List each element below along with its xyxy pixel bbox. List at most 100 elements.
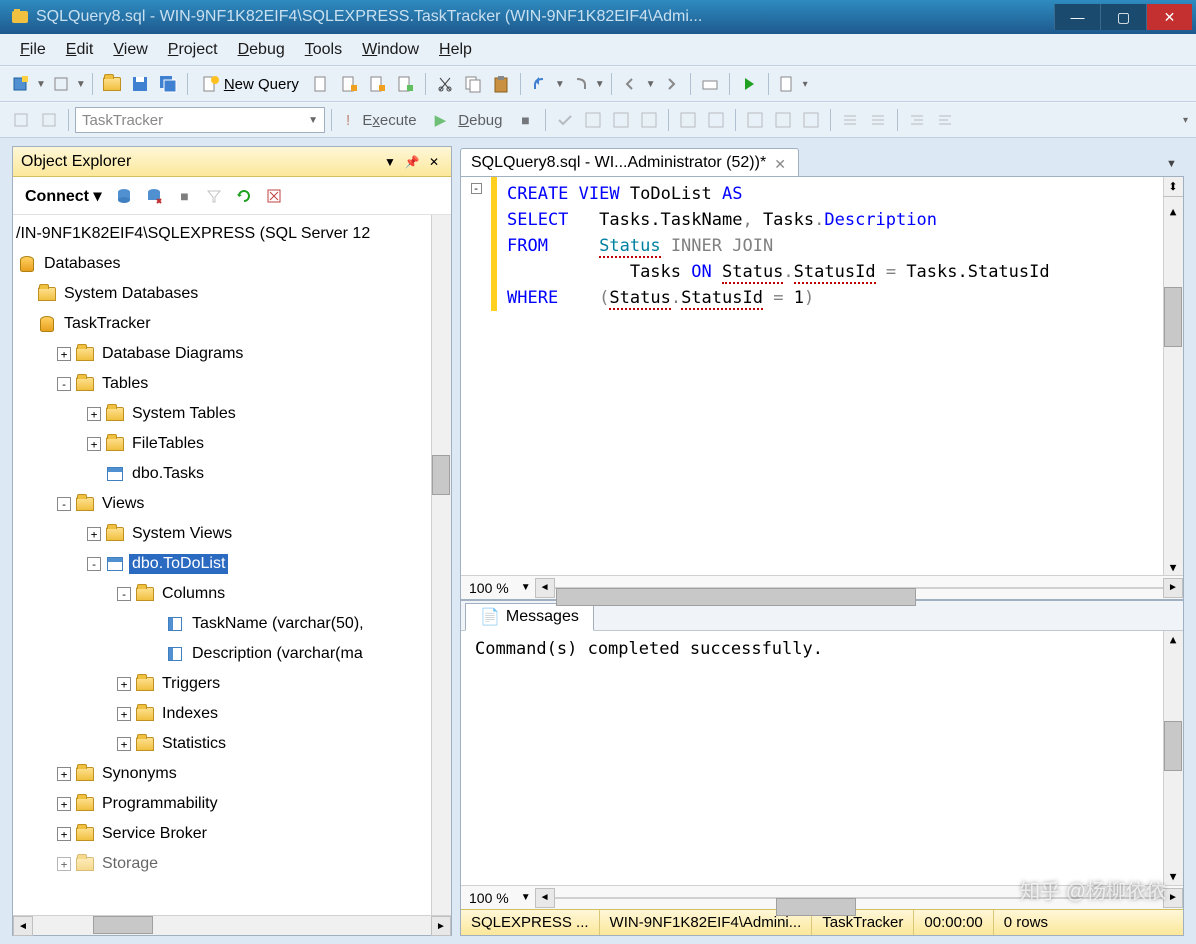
- find-button[interactable]: [775, 71, 801, 97]
- sql-text[interactable]: CREATE VIEW ToDoList AS SELECT Tasks.Tas…: [497, 177, 1163, 575]
- tab-close-button[interactable]: ✕: [774, 156, 788, 170]
- tree-tasktracker[interactable]: TaskTracker: [13, 309, 451, 339]
- tree-databases[interactable]: Databases: [13, 249, 451, 279]
- query-options-button[interactable]: [608, 107, 634, 133]
- nav-back-button[interactable]: [618, 71, 644, 97]
- minimize-button[interactable]: —: [1054, 4, 1100, 30]
- zoom-dropdown[interactable]: ▼: [517, 582, 535, 593]
- tree-description-col[interactable]: Description (varchar(ma: [13, 639, 451, 669]
- tree-filetables[interactable]: +FileTables: [13, 429, 451, 459]
- save-all-button[interactable]: [155, 71, 181, 97]
- editor-tab[interactable]: SQLQuery8.sql - WI...Administrator (52))…: [460, 148, 799, 176]
- paste-button[interactable]: [488, 71, 514, 97]
- save-button[interactable]: [127, 71, 153, 97]
- messages-tab[interactable]: 📄 Messages: [465, 603, 594, 631]
- menu-file[interactable]: File: [10, 37, 56, 63]
- available-db-button[interactable]: [36, 107, 62, 133]
- menu-tools[interactable]: Tools: [295, 37, 352, 63]
- policy-button[interactable]: [261, 183, 287, 209]
- tree-columns[interactable]: -Columns: [13, 579, 451, 609]
- activity-button[interactable]: [697, 71, 723, 97]
- tree-system-databases[interactable]: System Databases: [13, 279, 451, 309]
- tree-dbo-tasks[interactable]: dbo.Tasks: [13, 459, 451, 489]
- disconnect-button[interactable]: [141, 183, 167, 209]
- open-button[interactable]: [99, 71, 125, 97]
- object-tree[interactable]: /IN-9NF1K82EIF4\SQLEXPRESS (SQL Server 1…: [13, 215, 451, 915]
- menu-help[interactable]: Help: [429, 37, 482, 63]
- change-connection-button[interactable]: [8, 107, 34, 133]
- filter-button[interactable]: [201, 183, 227, 209]
- start-button[interactable]: [736, 71, 762, 97]
- editor-vscrollbar[interactable]: ⬍ ▲ ▼: [1163, 177, 1183, 575]
- maximize-button[interactable]: ▢: [1100, 4, 1146, 30]
- messages-zoom[interactable]: 100 %: [461, 890, 517, 906]
- connect-db-button[interactable]: [111, 183, 137, 209]
- tree-triggers[interactable]: +Triggers: [13, 669, 451, 699]
- pin-icon[interactable]: 📌: [403, 153, 421, 171]
- indent-button[interactable]: [904, 107, 930, 133]
- hscroll-right[interactable]: ►: [1163, 578, 1183, 598]
- menu-window[interactable]: Window: [352, 37, 429, 63]
- tree-hscrollbar[interactable]: ◄ ►: [13, 915, 451, 935]
- comment-button[interactable]: [837, 107, 863, 133]
- add-button[interactable]: [48, 71, 74, 97]
- database-dropdown[interactable]: TaskTracker ▼: [75, 107, 325, 133]
- tree-storage[interactable]: +Storage: [13, 849, 451, 879]
- redo-button[interactable]: [567, 71, 593, 97]
- hscroll-left[interactable]: ◄: [535, 578, 555, 598]
- close-button[interactable]: ✕: [1146, 4, 1192, 30]
- tree-tables[interactable]: -Tables: [13, 369, 451, 399]
- cut-button[interactable]: [432, 71, 458, 97]
- intellisense-button[interactable]: [636, 107, 662, 133]
- menu-view[interactable]: View: [103, 37, 157, 63]
- results-text-button[interactable]: [742, 107, 768, 133]
- outdent-button[interactable]: [932, 107, 958, 133]
- tree-taskname-col[interactable]: TaskName (varchar(50),: [13, 609, 451, 639]
- tree-vscrollbar[interactable]: [431, 215, 451, 915]
- tree-database-diagrams[interactable]: +Database Diagrams: [13, 339, 451, 369]
- mdx-query-button[interactable]: [365, 71, 391, 97]
- tree-programmability[interactable]: +Programmability: [13, 789, 451, 819]
- database-dropdown-value: TaskTracker: [82, 112, 163, 129]
- uncomment-button[interactable]: [865, 107, 891, 133]
- tree-server[interactable]: /IN-9NF1K82EIF4\SQLEXPRESS (SQL Server 1…: [13, 219, 451, 249]
- debug-query-button[interactable]: ▶ Debug: [427, 109, 511, 131]
- zoom-value[interactable]: 100 %: [461, 580, 517, 596]
- menu-debug[interactable]: Debug: [228, 37, 295, 63]
- panel-close-icon[interactable]: ✕: [425, 153, 443, 171]
- results-grid-button[interactable]: [770, 107, 796, 133]
- stop-button[interactable]: ■: [171, 183, 197, 209]
- menu-project[interactable]: Project: [158, 37, 228, 63]
- client-stats-button[interactable]: [703, 107, 729, 133]
- messages-body[interactable]: Command(s) completed successfully. ▲ ▼: [461, 631, 1183, 885]
- db-engine-query-button[interactable]: [309, 71, 335, 97]
- panel-dropdown-icon[interactable]: ▼: [381, 153, 399, 171]
- new-project-button[interactable]: [8, 71, 34, 97]
- tree-system-views[interactable]: +System Views: [13, 519, 451, 549]
- messages-vscrollbar[interactable]: ▲ ▼: [1163, 631, 1183, 885]
- copy-button[interactable]: [460, 71, 486, 97]
- sql-editor[interactable]: - CREATE VIEW ToDoList AS SELECT Tasks.T…: [461, 177, 1183, 575]
- undo-button[interactable]: [527, 71, 553, 97]
- results-file-button[interactable]: [798, 107, 824, 133]
- tree-service-broker[interactable]: +Service Broker: [13, 819, 451, 849]
- estimated-plan-button[interactable]: [580, 107, 606, 133]
- tree-indexes[interactable]: +Indexes: [13, 699, 451, 729]
- split-icon[interactable]: ⬍: [1163, 177, 1183, 197]
- refresh-button[interactable]: [231, 183, 257, 209]
- tree-views[interactable]: -Views: [13, 489, 451, 519]
- tree-dbo-todolist[interactable]: -dbo.ToDoList: [13, 549, 451, 579]
- actual-plan-button[interactable]: [675, 107, 701, 133]
- new-query-button[interactable]: New Query: [194, 73, 307, 95]
- nav-fwd-button[interactable]: [658, 71, 684, 97]
- tree-statistics[interactable]: +Statistics: [13, 729, 451, 759]
- dmx-query-button[interactable]: [393, 71, 419, 97]
- connect-button[interactable]: Connect ▾: [19, 184, 107, 208]
- cancel-query-button[interactable]: ■: [513, 107, 539, 133]
- execute-button[interactable]: ! Execute: [338, 110, 425, 131]
- parse-button[interactable]: [552, 107, 578, 133]
- tree-synonyms[interactable]: +Synonyms: [13, 759, 451, 789]
- menu-edit[interactable]: Edit: [56, 37, 104, 63]
- tree-system-tables[interactable]: +System Tables: [13, 399, 451, 429]
- analysis-query-button[interactable]: [337, 71, 363, 97]
